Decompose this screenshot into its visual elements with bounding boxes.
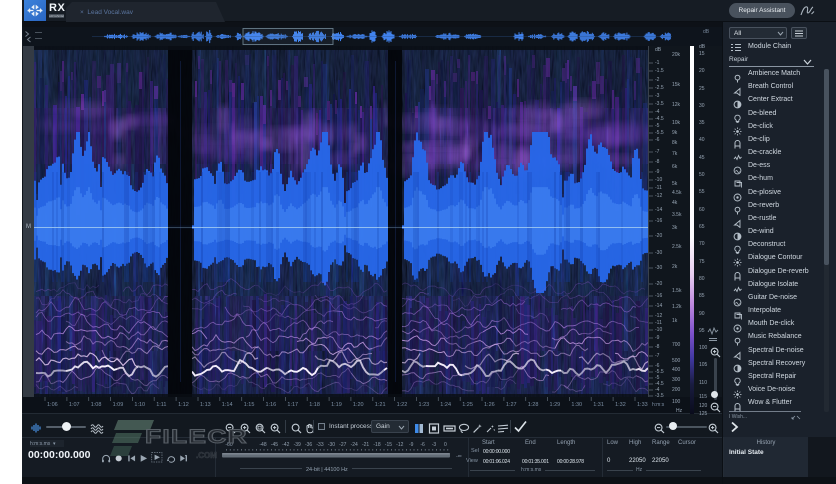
svg-text:1:26: 1:26 xyxy=(484,402,495,408)
svg-text:1:19: 1:19 xyxy=(331,402,342,408)
svg-text:1:21: 1:21 xyxy=(375,402,386,408)
svg-text:1:10: 1:10 xyxy=(134,402,145,408)
svg-text:-9: -9 xyxy=(409,442,414,448)
svg-text:1:29: 1:29 xyxy=(550,402,561,408)
svg-text:-21: -21 xyxy=(362,442,369,448)
svg-text:-24: -24 xyxy=(351,442,358,448)
svg-text:-3: -3 xyxy=(432,442,437,448)
svg-text:-∞: -∞ xyxy=(456,454,462,460)
svg-text:1:31: 1:31 xyxy=(593,402,604,408)
svg-text:h:m:s: h:m:s xyxy=(652,402,665,408)
svg-text:1:23: 1:23 xyxy=(419,402,430,408)
svg-text:-30: -30 xyxy=(328,442,335,448)
svg-text:1:22: 1:22 xyxy=(397,402,408,408)
svg-text:1:14: 1:14 xyxy=(222,402,233,408)
svg-text:-48: -48 xyxy=(259,442,266,448)
svg-text:-39: -39 xyxy=(294,442,301,448)
svg-text:1:06: 1:06 xyxy=(47,402,58,408)
svg-text:1:16: 1:16 xyxy=(266,402,277,408)
svg-text:-36: -36 xyxy=(305,442,312,448)
svg-text:-42: -42 xyxy=(282,442,289,448)
svg-text:0: 0 xyxy=(444,442,447,448)
svg-text:1:30: 1:30 xyxy=(571,402,582,408)
svg-text:1:28: 1:28 xyxy=(528,402,539,408)
svg-text:1:18: 1:18 xyxy=(309,402,320,408)
svg-text:-33: -33 xyxy=(316,442,323,448)
svg-text:1:07: 1:07 xyxy=(69,402,80,408)
svg-text:1:15: 1:15 xyxy=(244,402,255,408)
svg-text:1:24: 1:24 xyxy=(440,402,451,408)
svg-text:1:11: 1:11 xyxy=(156,402,166,408)
svg-text:-6: -6 xyxy=(420,442,425,448)
svg-text:1:08: 1:08 xyxy=(91,402,102,408)
svg-text:1:13: 1:13 xyxy=(200,402,211,408)
svg-text:1:09: 1:09 xyxy=(113,402,124,408)
svg-text:1:32: 1:32 xyxy=(615,402,626,408)
svg-text:-12: -12 xyxy=(396,442,403,448)
svg-text:1:25: 1:25 xyxy=(462,402,473,408)
svg-text:-27: -27 xyxy=(339,442,346,448)
svg-text:1:33: 1:33 xyxy=(637,402,648,408)
svg-text:1:20: 1:20 xyxy=(353,402,364,408)
svg-text:-15: -15 xyxy=(385,442,392,448)
svg-text:1:17: 1:17 xyxy=(287,402,298,408)
svg-text:-18: -18 xyxy=(373,442,380,448)
svg-text:1:12: 1:12 xyxy=(178,402,189,408)
svg-text:-45: -45 xyxy=(271,442,278,448)
svg-text:1:27: 1:27 xyxy=(506,402,517,408)
